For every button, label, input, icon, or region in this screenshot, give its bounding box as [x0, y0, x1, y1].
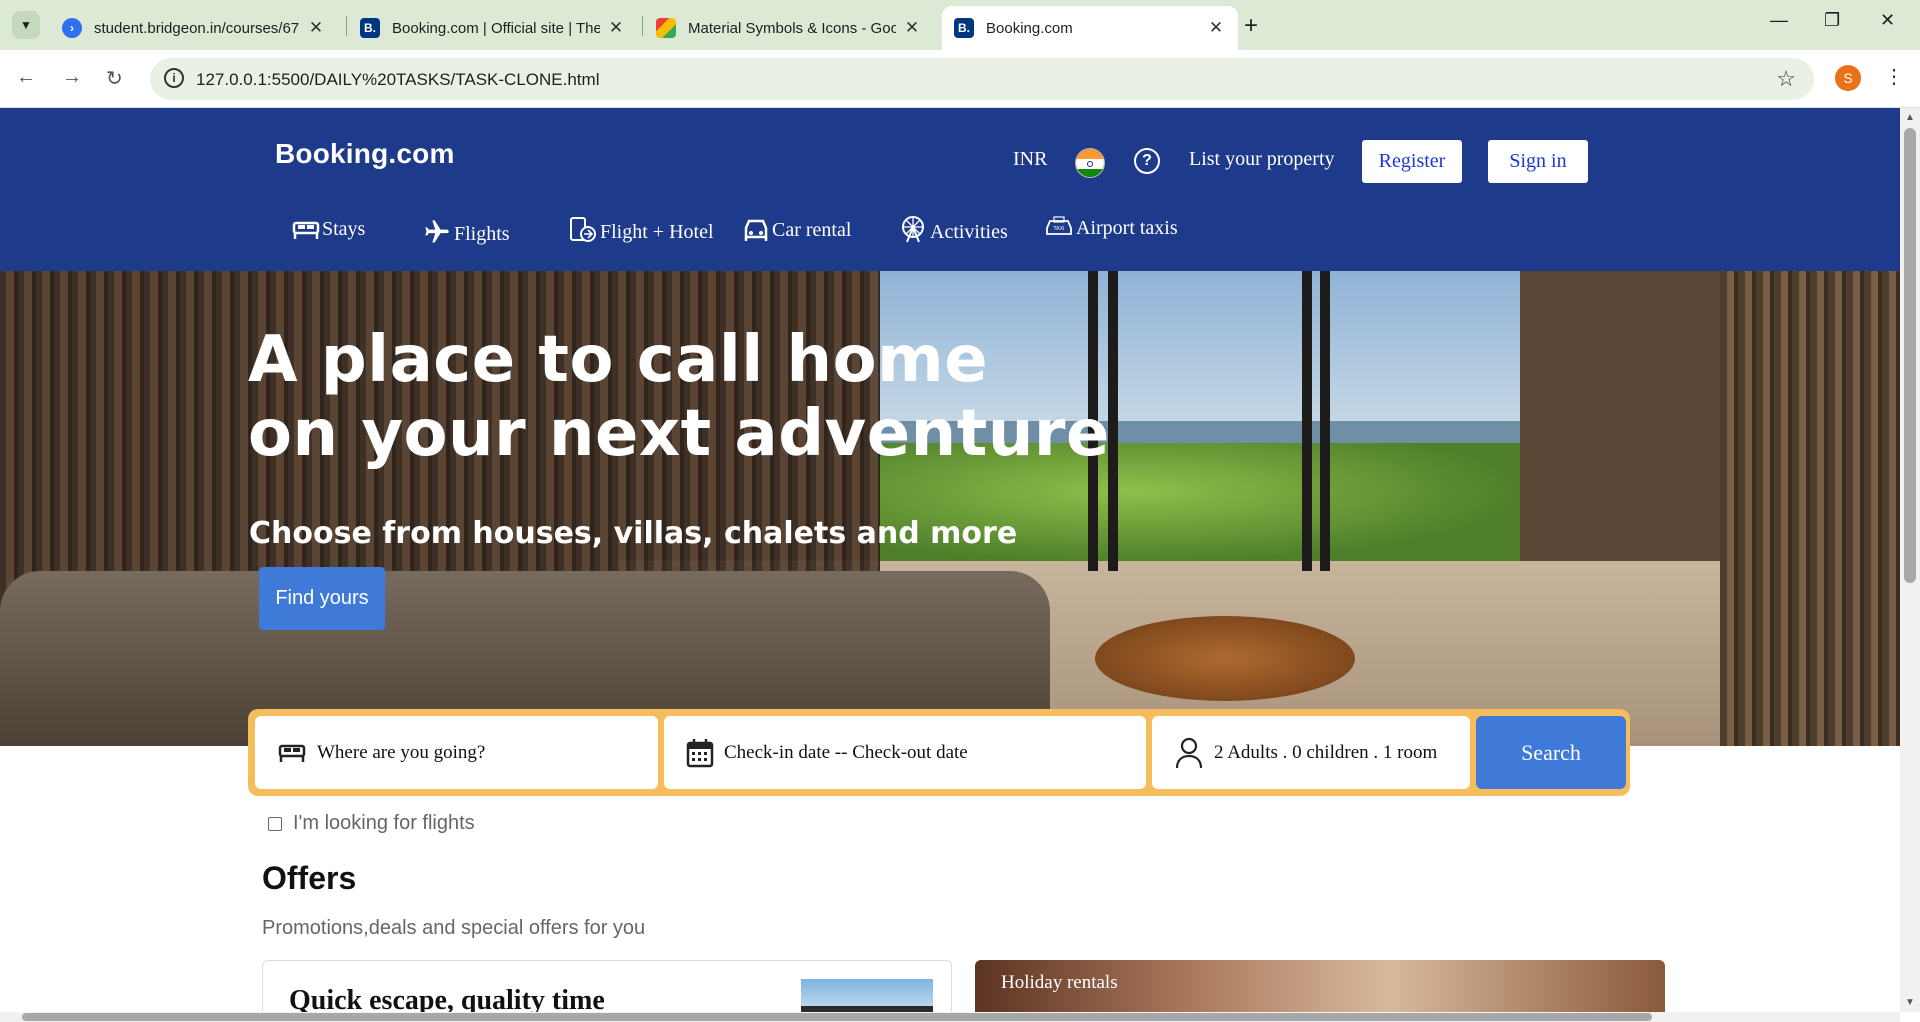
dates-field[interactable]: Check-in date -- Check-out date: [664, 716, 1146, 789]
offer-card-quick-escape[interactable]: Quick escape, quality time: [262, 960, 952, 1012]
tab-booking-official[interactable]: B. Booking.com | Official site | The ✕: [348, 6, 638, 50]
tab-search-button[interactable]: ▼: [12, 11, 40, 39]
nav-label: Activities: [930, 221, 1008, 243]
close-icon[interactable]: ✕: [1206, 18, 1226, 38]
hero-image-post: [1320, 271, 1330, 571]
svg-text:TAXI: TAXI: [1053, 226, 1065, 232]
scroll-down-icon[interactable]: ▼: [1905, 997, 1915, 1008]
nav-car-rental[interactable]: Car rental: [742, 216, 851, 242]
reload-icon[interactable]: ↻: [106, 66, 123, 91]
browser-tab-bar: ▼ › student.bridgeon.in/courses/67 ✕ B. …: [0, 0, 1920, 50]
scrollbar-thumb[interactable]: [22, 1013, 1652, 1021]
restore-icon[interactable]: ❐: [1824, 10, 1840, 31]
search-bar: Where are you going? Check-in date -- Ch…: [248, 709, 1630, 796]
car-icon: [744, 219, 768, 241]
tab-title: Material Symbols & Icons - Goo: [688, 19, 896, 37]
flights-checkbox-label: I'm looking for flights: [293, 812, 475, 834]
close-icon[interactable]: ✕: [606, 18, 626, 38]
nav-activities[interactable]: Activities: [898, 214, 1008, 244]
destination-placeholder: Where are you going?: [317, 741, 486, 763]
currency-selector[interactable]: INR: [1013, 148, 1047, 171]
back-icon[interactable]: ←: [16, 66, 36, 89]
airplane-icon: [425, 220, 449, 243]
offer-card-image: [801, 979, 933, 1012]
nav-label: Car rental: [772, 219, 852, 241]
offers-title: Offers: [262, 860, 357, 896]
sign-in-button[interactable]: Sign in: [1488, 140, 1588, 183]
guests-field[interactable]: 2 Adults . 0 children . 1 room: [1152, 716, 1470, 789]
offer-card-holiday-rentals[interactable]: Holiday rentals: [975, 960, 1665, 1012]
guests-value: 2 Adults . 0 children . 1 room: [1214, 741, 1438, 763]
list-property-link[interactable]: List your property: [1189, 148, 1335, 171]
site-header: Booking.com INR ? List your property Reg…: [0, 108, 1900, 271]
hero-image-table: [1095, 616, 1355, 701]
close-icon[interactable]: ✕: [306, 18, 326, 38]
nav-flights[interactable]: Flights: [422, 218, 510, 246]
offer-card-title: Holiday rentals: [1001, 972, 1118, 993]
tab-title: Booking.com | Official site | The: [392, 19, 600, 37]
register-button[interactable]: Register: [1362, 140, 1462, 183]
profile-avatar[interactable]: S: [1835, 65, 1861, 91]
forward-icon[interactable]: →: [62, 66, 82, 89]
page-viewport: Booking.com INR ? List your property Reg…: [0, 108, 1900, 1012]
bed-icon: [278, 744, 306, 762]
bookmark-star-icon[interactable]: ☆: [1776, 66, 1796, 92]
ferris-wheel-icon: [902, 216, 924, 243]
scroll-up-icon[interactable]: ▲: [1905, 112, 1915, 123]
horizontal-scrollbar[interactable]: [0, 1012, 1900, 1022]
tab-separator: [346, 16, 347, 36]
flight-hotel-icon: [570, 217, 596, 242]
google-fonts-icon: [656, 18, 676, 38]
address-bar[interactable]: i 127.0.0.1:5500/DAILY%20TASKS/TASK-CLON…: [150, 58, 1814, 100]
browser-toolbar: ← → ↻ i 127.0.0.1:5500/DAILY%20TASKS/TAS…: [0, 50, 1920, 108]
tab-bridgeon[interactable]: › student.bridgeon.in/courses/67 ✕: [50, 6, 338, 50]
tab-title: student.bridgeon.in/courses/67: [94, 19, 300, 37]
find-yours-button[interactable]: Find yours: [259, 567, 385, 630]
nav-label: Flight + Hotel: [600, 221, 714, 243]
search-button[interactable]: Search: [1476, 716, 1626, 789]
url-text[interactable]: 127.0.0.1:5500/DAILY%20TASKS/TASK-CLONE.…: [196, 70, 599, 90]
india-flag-icon[interactable]: [1075, 148, 1105, 178]
tab-booking-active[interactable]: B. Booking.com ✕: [942, 6, 1238, 50]
help-icon[interactable]: ?: [1134, 148, 1160, 174]
logo[interactable]: Booking.com: [275, 138, 455, 170]
tab-material-symbols[interactable]: Material Symbols & Icons - Goo ✕: [644, 6, 934, 50]
minimize-icon[interactable]: —: [1770, 10, 1788, 31]
flights-checkbox-row[interactable]: I'm looking for flights: [268, 812, 475, 835]
nav-flight-hotel[interactable]: Flight + Hotel: [568, 214, 714, 244]
destination-field[interactable]: Where are you going?: [255, 716, 658, 789]
nav-label: Stays: [322, 218, 366, 240]
nav-label: Airport taxis: [1076, 217, 1178, 239]
hero-image-wall: [1720, 271, 1900, 746]
tab-title: Booking.com: [986, 19, 1073, 37]
hero-image-post: [1302, 271, 1312, 571]
offers-subtitle: Promotions,deals and special offers for …: [262, 917, 646, 939]
calendar-icon: [686, 738, 714, 767]
offer-card-title: Quick escape, quality time: [289, 985, 605, 1012]
new-tab-button[interactable]: +: [1244, 12, 1258, 40]
hero-subtitle: Choose from houses, villas, chalets and …: [249, 516, 1018, 551]
hero-title-line: A place to call home: [248, 323, 989, 397]
window-close-icon[interactable]: ✕: [1880, 10, 1895, 31]
taxi-icon: TAXI: [1046, 216, 1072, 235]
close-icon[interactable]: ✕: [902, 18, 922, 38]
hero-title-line: on your next adventure: [248, 397, 1110, 471]
tab-separator: [642, 16, 643, 36]
vertical-scrollbar[interactable]: ▲ ▼: [1900, 108, 1920, 1012]
flights-checkbox[interactable]: [268, 816, 282, 831]
bridgeon-icon: ›: [62, 18, 82, 38]
dates-placeholder: Check-in date -- Check-out date: [724, 741, 968, 763]
booking-icon: B.: [954, 18, 974, 38]
booking-icon: B.: [360, 18, 380, 38]
scrollbar-thumb[interactable]: [1904, 128, 1916, 583]
nav-label: Flights: [454, 223, 510, 245]
person-icon: [1175, 737, 1203, 768]
nav-stays[interactable]: Stays: [292, 218, 365, 241]
bed-icon: [292, 221, 320, 239]
hero-banner: A place to call home on your next advent…: [0, 271, 1900, 746]
site-info-icon[interactable]: i: [164, 68, 184, 88]
hero-title: A place to call home on your next advent…: [248, 323, 1110, 471]
menu-icon[interactable]: ⋮: [1884, 64, 1904, 89]
nav-airport-taxis[interactable]: TAXI Airport taxis: [1044, 216, 1178, 240]
